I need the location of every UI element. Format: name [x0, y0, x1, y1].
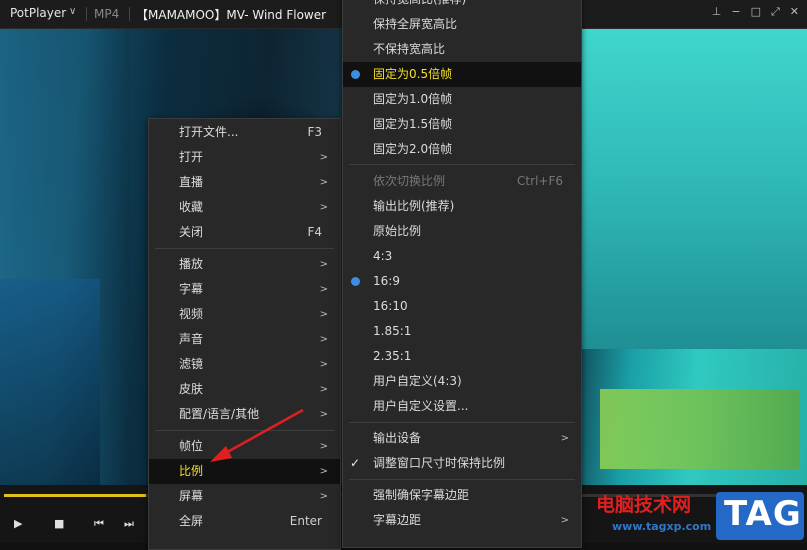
watermark-url: www.tagxp.com: [612, 520, 712, 533]
annotation-arrow: [210, 408, 304, 462]
watermark-logo-text: TAG: [724, 494, 802, 534]
arrow-head: [210, 446, 232, 462]
arrow-shaft: [221, 408, 304, 457]
watermark-title: 电脑技术网: [596, 494, 692, 516]
